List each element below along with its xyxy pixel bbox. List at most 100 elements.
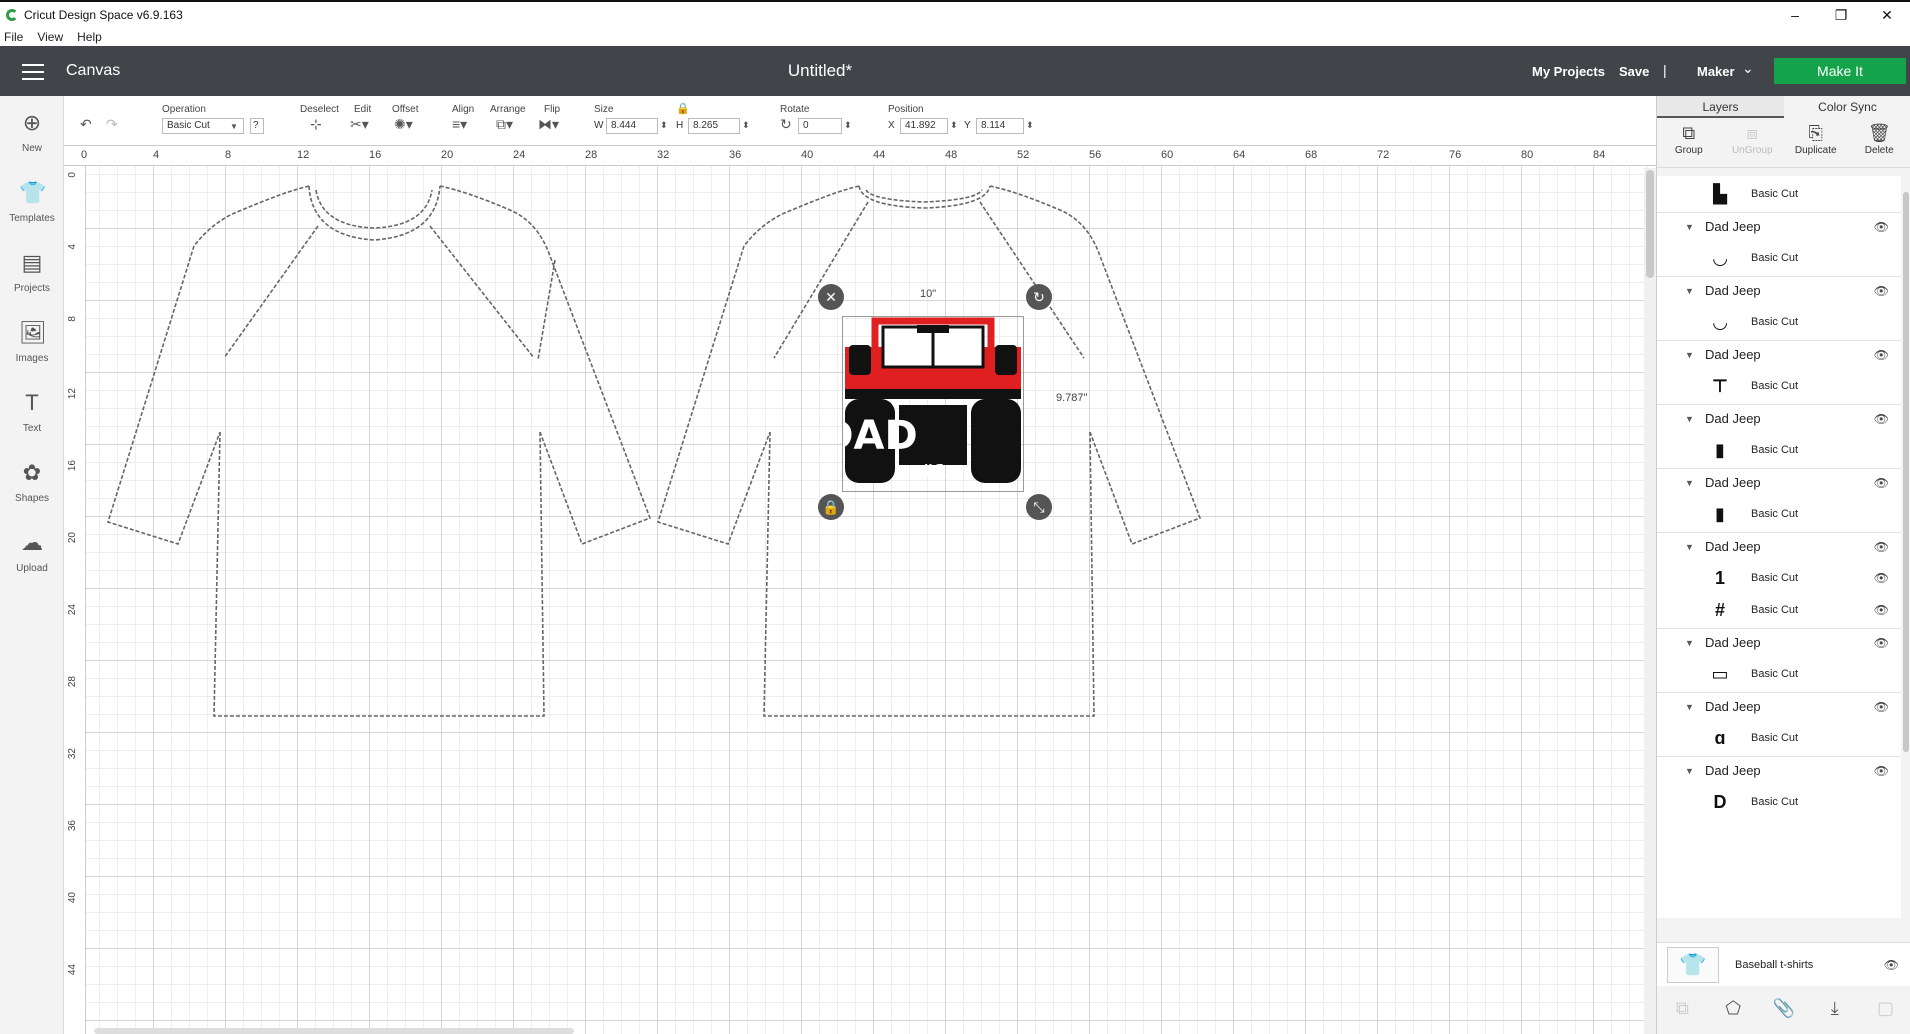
layer-group-row[interactable]: ▼ Dad Jeep 👁 bbox=[1657, 276, 1901, 304]
layer-item-row[interactable]: ɑ Basic Cut bbox=[1657, 720, 1901, 756]
layer-group-row[interactable]: ▼ Dad Jeep 👁 bbox=[1657, 212, 1901, 240]
y-position-input[interactable]: 8.114 bbox=[976, 118, 1024, 134]
stepper-icon[interactable]: ⬍ bbox=[950, 120, 958, 131]
resize-handle-icon[interactable]: ⤡ bbox=[1026, 494, 1052, 520]
stepper-icon[interactable]: ⬍ bbox=[1026, 120, 1034, 131]
eye-icon[interactable]: 👁 bbox=[1874, 412, 1889, 426]
expand-triangle-icon[interactable]: ▼ bbox=[1685, 702, 1699, 712]
layer-group-row[interactable]: ▼ Dad Jeep 👁 bbox=[1657, 340, 1901, 368]
layer-group-row[interactable]: ▼ Dad Jeep 👁 bbox=[1657, 628, 1901, 656]
layer-group-row[interactable]: ▼ Dad Jeep 👁 bbox=[1657, 404, 1901, 432]
deselect-icon[interactable]: ⊹ bbox=[310, 116, 322, 133]
layer-group-row[interactable]: ▼ Dad Jeep 👁 bbox=[1657, 532, 1901, 560]
stepper-icon[interactable]: ⬍ bbox=[844, 120, 852, 131]
make-it-button[interactable]: Make It bbox=[1774, 58, 1906, 84]
group-button[interactable]: ⧉ Group bbox=[1657, 118, 1721, 167]
layer-item-row[interactable]: ⊤ Basic Cut bbox=[1657, 368, 1901, 404]
eye-icon[interactable]: 👁 bbox=[1874, 764, 1889, 778]
eye-icon[interactable]: 👁 bbox=[1874, 476, 1889, 490]
menu-view[interactable]: View bbox=[37, 30, 63, 44]
lock-ratio-icon[interactable]: 🔒 bbox=[676, 102, 690, 115]
tool-images[interactable]: 🖼 Images bbox=[0, 312, 64, 372]
expand-triangle-icon[interactable]: ▼ bbox=[1685, 414, 1699, 424]
eye-icon[interactable]: 👁 bbox=[1874, 284, 1889, 298]
attach-icon[interactable]: 📎 bbox=[1759, 992, 1810, 1034]
ungroup-button[interactable]: ⧈ UnGroup bbox=[1721, 118, 1785, 167]
hamburger-menu-icon[interactable] bbox=[22, 64, 44, 80]
help-icon[interactable]: ? bbox=[250, 118, 264, 134]
width-input[interactable]: 8.444 bbox=[606, 118, 658, 134]
my-projects-link[interactable]: My Projects bbox=[1532, 64, 1605, 79]
selection-box[interactable]: DAD #1 bbox=[820, 316, 1024, 492]
maximize-button[interactable]: ❐ bbox=[1818, 2, 1864, 28]
slice-icon[interactable]: ⧉ bbox=[1657, 992, 1708, 1034]
layer-item-row[interactable]: ▭ Basic Cut bbox=[1657, 656, 1901, 692]
layer-item-row[interactable]: 1 Basic Cut 👁 bbox=[1657, 560, 1901, 596]
expand-triangle-icon[interactable]: ▼ bbox=[1685, 638, 1699, 648]
eye-icon[interactable]: 👁 bbox=[1874, 348, 1889, 362]
delete-handle-icon[interactable]: ✕ bbox=[818, 284, 844, 310]
layer-item-row[interactable]: ◡ Basic Cut bbox=[1657, 240, 1901, 276]
rotate-handle-icon[interactable]: ↻ bbox=[1026, 284, 1052, 310]
canvas-horizontal-scrollbar[interactable] bbox=[94, 1028, 574, 1034]
menu-help[interactable]: Help bbox=[77, 30, 102, 44]
expand-triangle-icon[interactable]: ▼ bbox=[1685, 542, 1699, 552]
undo-icon[interactable]: ↶ bbox=[80, 116, 92, 133]
layer-item-row[interactable]: # Basic Cut 👁 bbox=[1657, 592, 1901, 628]
tab-color-sync[interactable]: Color Sync bbox=[1784, 96, 1910, 118]
base-layer-row[interactable]: 👕 Baseball t-shirts 👁 bbox=[1657, 942, 1910, 986]
expand-triangle-icon[interactable]: ▼ bbox=[1685, 350, 1699, 360]
eye-icon[interactable]: 👁 bbox=[1874, 540, 1889, 554]
tool-templates[interactable]: 👕 Templates bbox=[0, 172, 64, 232]
layer-item-row[interactable]: D Basic Cut bbox=[1657, 784, 1901, 820]
delete-button[interactable]: 🗑 Delete bbox=[1848, 118, 1910, 167]
layer-group-row[interactable]: ▼ Dad Jeep 👁 bbox=[1657, 756, 1901, 784]
expand-triangle-icon[interactable]: ▼ bbox=[1685, 478, 1699, 488]
eye-icon[interactable]: 👁 bbox=[1874, 636, 1889, 650]
align-icon[interactable]: ≡▾ bbox=[452, 116, 467, 133]
canvas-vertical-scrollbar[interactable] bbox=[1644, 168, 1656, 1034]
height-input[interactable]: 8.265 bbox=[688, 118, 740, 134]
edit-icon[interactable]: ✂▾ bbox=[350, 116, 369, 133]
layer-group-row[interactable]: ▼ Dad Jeep 👁 bbox=[1657, 692, 1901, 720]
eye-icon[interactable]: 👁 bbox=[1884, 958, 1899, 972]
layer-item-row[interactable]: ▮ Basic Cut bbox=[1657, 496, 1901, 532]
duplicate-button[interactable]: ⎘ Duplicate bbox=[1784, 118, 1848, 167]
expand-triangle-icon[interactable]: ▼ bbox=[1685, 766, 1699, 776]
machine-selector[interactable]: Maker bbox=[1697, 64, 1735, 79]
flip-icon[interactable]: ⧓▾ bbox=[538, 116, 559, 133]
chevron-down-icon[interactable]: ⌄ bbox=[1742, 60, 1754, 77]
x-position-input[interactable]: 41.892 bbox=[900, 118, 948, 134]
stepper-icon[interactable]: ⬍ bbox=[742, 120, 750, 131]
eye-icon[interactable]: 👁 bbox=[1874, 603, 1889, 617]
tool-shapes[interactable]: ✿ Shapes bbox=[0, 452, 64, 512]
layer-item-row[interactable]: ▮ Basic Cut bbox=[1657, 432, 1901, 468]
save-link[interactable]: Save bbox=[1619, 64, 1649, 79]
redo-icon[interactable]: ↷ bbox=[106, 116, 118, 133]
weld-icon[interactable]: ⬠ bbox=[1708, 992, 1759, 1034]
minimize-button[interactable]: – bbox=[1772, 2, 1818, 28]
tool-text[interactable]: T Text bbox=[0, 382, 64, 442]
layer-item-row[interactable]: ◡ Basic Cut bbox=[1657, 304, 1901, 340]
lock-handle-icon[interactable]: 🔒 bbox=[818, 494, 844, 520]
tab-layers[interactable]: Layers bbox=[1657, 96, 1784, 118]
offset-icon[interactable]: ✺▾ bbox=[394, 116, 413, 133]
tool-new[interactable]: ⊕ New bbox=[0, 102, 64, 162]
menu-file[interactable]: File bbox=[4, 30, 23, 44]
stepper-icon[interactable]: ⬍ bbox=[660, 120, 668, 131]
rotate-input[interactable]: 0 bbox=[798, 118, 842, 134]
design-canvas[interactable]: 0 4 8 12 16 20 24 28 32 36 40 44 48 52 56 60 64 68 72 76 80 8… bbox=[64, 146, 1656, 1034]
eye-icon[interactable]: 👁 bbox=[1874, 220, 1889, 234]
tool-projects[interactable]: ▤ Projects bbox=[0, 242, 64, 302]
eye-icon[interactable]: 👁 bbox=[1874, 700, 1889, 714]
layer-group-row[interactable]: ▼ Dad Jeep 👁 bbox=[1657, 468, 1901, 496]
chevron-down-icon[interactable]: ▼ bbox=[230, 122, 238, 131]
flatten-icon[interactable]: ⤓ bbox=[1809, 992, 1860, 1034]
eye-icon[interactable]: 👁 bbox=[1874, 571, 1889, 585]
expand-triangle-icon[interactable]: ▼ bbox=[1685, 286, 1699, 296]
close-window-button[interactable]: ✕ bbox=[1864, 2, 1910, 28]
contour-icon[interactable]: ▢ bbox=[1860, 992, 1910, 1034]
expand-triangle-icon[interactable]: ▼ bbox=[1685, 222, 1699, 232]
arrange-icon[interactable]: ⧉▾ bbox=[496, 116, 513, 133]
layer-item-row[interactable]: ▙ Basic Cut bbox=[1657, 176, 1901, 212]
